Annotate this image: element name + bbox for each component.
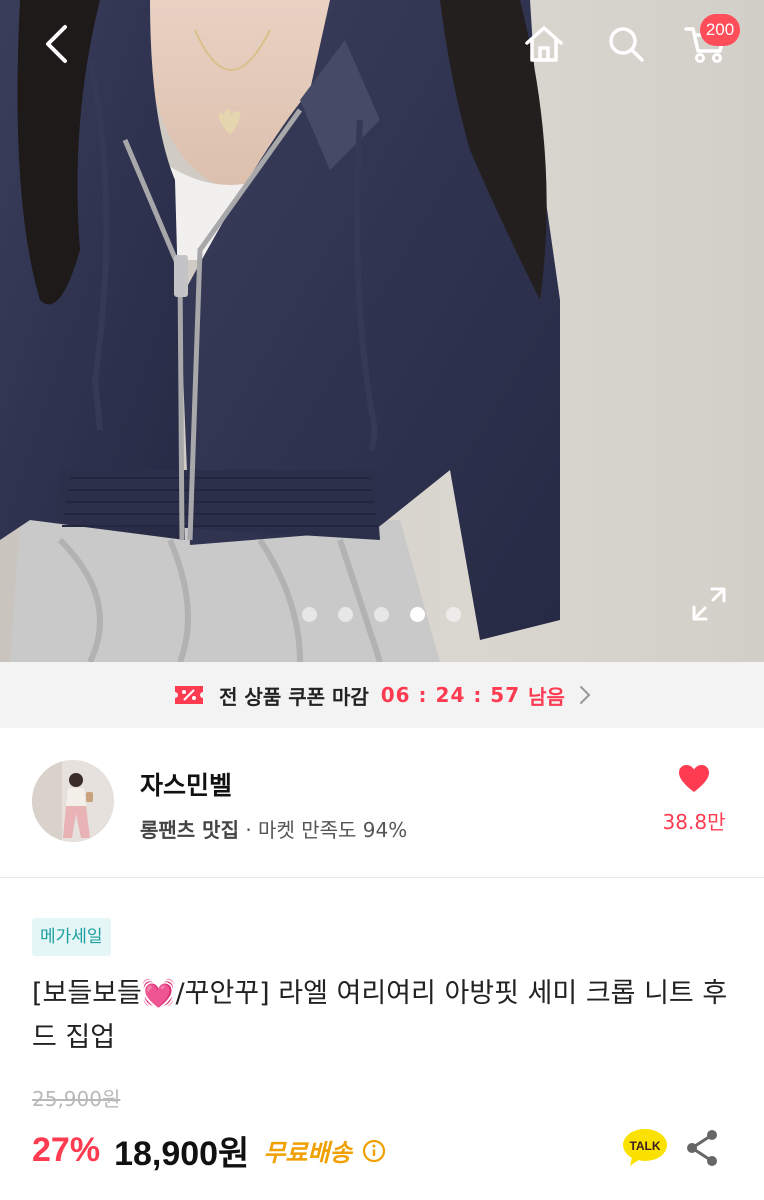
gallery-dot[interactable] — [374, 607, 389, 622]
discount-rate: 27% — [32, 1131, 101, 1169]
search-icon — [609, 27, 644, 62]
seller-rating: 마켓 만족도 94% — [258, 818, 408, 842]
home-icon — [525, 26, 563, 62]
gallery-dot[interactable] — [338, 607, 353, 622]
home-button[interactable] — [518, 18, 570, 70]
heart-icon — [679, 765, 709, 792]
product-image-gallery[interactable]: 200 — [0, 0, 764, 662]
coupon-icon — [175, 686, 204, 704]
expand-icon — [692, 587, 726, 621]
talk-label: TALK — [629, 1139, 660, 1153]
price-row: 27% 18,900원 무료배송 — [32, 1126, 386, 1175]
expand-image-button[interactable] — [690, 585, 728, 623]
kakaotalk-icon: TALK — [623, 1129, 667, 1166]
seller-separator: · — [238, 818, 259, 842]
info-icon[interactable] — [362, 1139, 386, 1163]
coupon-timer: 06 : 24 : 57 — [380, 683, 521, 707]
gallery-pagination — [302, 607, 461, 622]
seller-avatar[interactable] — [32, 760, 114, 842]
share-button[interactable] — [684, 1128, 720, 1168]
gallery-dot[interactable] — [302, 607, 317, 622]
seller-info: 롱팬츠 맛집 · 마켓 만족도 94% — [140, 814, 407, 843]
seller-tagline: 롱팬츠 맛집 — [140, 818, 239, 842]
chevron-left-icon — [46, 25, 67, 63]
gallery-dot[interactable] — [446, 607, 461, 622]
cart-count-badge: 200 — [700, 14, 740, 46]
kakaotalk-button[interactable]: TALK — [622, 1127, 668, 1167]
search-button[interactable] — [600, 18, 652, 70]
share-icon — [687, 1130, 717, 1166]
mega-sale-badge: 메가세일 — [32, 918, 111, 956]
coupon-deadline-bar[interactable]: 전 상품 쿠폰 마감 06 : 24 : 57 남음 — [0, 662, 764, 728]
coupon-suffix: 남음 — [528, 684, 565, 709]
original-price: 25,900원 — [32, 1087, 121, 1111]
product-title: [보들보들💓/꾸안꾸] 라엘 여리여리 아방핏 세미 크롭 니트 후드 집업 — [32, 978, 728, 1053]
coupon-label: 전 상품 쿠폰 마감 — [219, 684, 369, 709]
gallery-dot[interactable] — [410, 607, 425, 622]
seller-name[interactable]: 자스민벨 — [140, 766, 232, 802]
favorite-seller-button[interactable]: 38.8만 — [654, 764, 734, 835]
free-shipping-label: 무료배송 — [263, 1139, 352, 1167]
chevron-right-icon — [579, 686, 591, 704]
sale-price: 18,900원 — [114, 1135, 250, 1173]
seller-section[interactable]: 자스민벨 롱팬츠 맛집 · 마켓 만족도 94% 38.8만 — [0, 728, 764, 878]
back-button[interactable] — [30, 18, 82, 70]
avatar-image — [32, 760, 114, 842]
product-photo — [0, 0, 764, 662]
favorite-count: 38.8만 — [662, 810, 726, 834]
